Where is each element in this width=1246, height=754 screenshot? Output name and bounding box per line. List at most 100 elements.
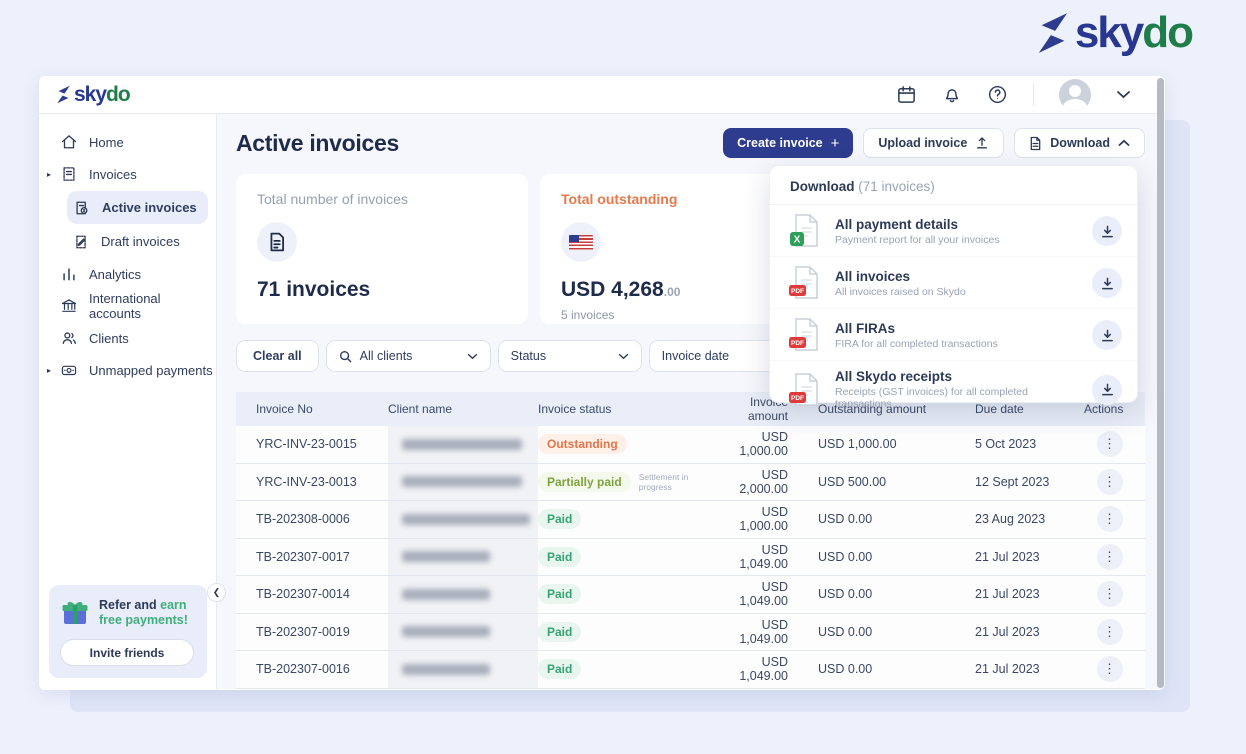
skydo-watermark-logo: skydo xyxy=(1036,8,1192,58)
menu-item-all-payment-details[interactable]: X All payment details Payment report for… xyxy=(770,205,1137,256)
create-invoice-button[interactable]: Create invoice+ xyxy=(723,128,853,158)
app-window: skydo xyxy=(39,76,1165,690)
invoice-amount: USD 1,049.00 xyxy=(718,618,818,646)
notifications-bell-icon[interactable] xyxy=(942,84,962,105)
sidebar-item-label: Analytics xyxy=(89,267,141,282)
invoice-amount: USD 2,000.00 xyxy=(718,468,818,496)
table-row[interactable]: TB-202308-0006 Paid USD 1,000.00 USD 0.0… xyxy=(236,501,1145,539)
calendar-icon[interactable] xyxy=(896,84,917,105)
invoice-amount: USD 1,000.00 xyxy=(718,430,818,458)
invoice-no: TB-202307-0017 xyxy=(236,550,388,564)
client-name-redacted xyxy=(388,501,538,538)
plus-icon: + xyxy=(831,135,840,152)
chevron-down-icon xyxy=(618,353,629,360)
sidebar-item-draft-invoices[interactable]: Draft invoices xyxy=(39,225,216,258)
row-actions-kebab-icon[interactable]: ⋮ xyxy=(1097,544,1123,570)
sidebar-item-home[interactable]: Home xyxy=(39,126,216,158)
sidebar-item-analytics[interactable]: Analytics xyxy=(39,258,216,290)
sidebar-item-active-invoices[interactable]: Active invoices xyxy=(67,191,208,224)
row-actions-kebab-icon[interactable]: ⋮ xyxy=(1097,656,1123,682)
menu-item-all-invoices[interactable]: PDF All invoices All invoices raised on … xyxy=(770,256,1137,308)
menu-item-title: All invoices xyxy=(835,269,966,284)
sidebar-item-label: Active invoices xyxy=(102,200,197,215)
menu-item-subtitle: FIRA for all completed transactions xyxy=(835,338,998,350)
invoice-amount: USD 1,049.00 xyxy=(718,580,818,608)
download-icon[interactable] xyxy=(1092,320,1122,350)
sidebar-item-invoices[interactable]: ▸ Invoices xyxy=(39,158,216,190)
invoice-no: TB-202307-0019 xyxy=(236,625,388,639)
download-button[interactable]: Download xyxy=(1014,128,1145,158)
menu-item-subtitle: Receipts (GST invoices) for all complete… xyxy=(835,386,1078,410)
invoice-amount: USD 1,049.00 xyxy=(718,655,818,683)
download-icon[interactable] xyxy=(1092,216,1122,246)
client-name-redacted xyxy=(388,614,538,651)
svg-text:PDF: PDF xyxy=(791,395,804,402)
total-invoices-card: Total number of invoices 71 invoices xyxy=(236,174,528,324)
row-actions-kebab-icon[interactable]: ⋮ xyxy=(1097,469,1123,495)
pdf-file-icon: PDF xyxy=(789,317,821,353)
invoice-amount: USD 1,000.00 xyxy=(718,505,818,533)
clear-all-button[interactable]: Clear all xyxy=(236,340,319,372)
table-row[interactable]: TB-202307-0016 Paid USD 1,049.00 USD 0.0… xyxy=(236,651,1145,689)
row-actions-kebab-icon[interactable]: ⋮ xyxy=(1097,619,1123,645)
invoice-no: TB-202307-0016 xyxy=(236,662,388,676)
table-row[interactable]: YRC-INV-23-0013 Partially paid Settlemen… xyxy=(236,464,1145,502)
sidebar-item-label: Invoices xyxy=(89,167,137,182)
clients-filter-dropdown[interactable]: All clients xyxy=(326,340,491,372)
sidebar-item-unmapped-payments[interactable]: ▸ Unmapped payments xyxy=(39,354,216,386)
sidebar-item-label: International accounts xyxy=(89,291,216,321)
invoice-amount: USD 1,049.00 xyxy=(718,543,818,571)
invite-friends-button[interactable]: Invite friends xyxy=(60,639,194,666)
skydo-logo[interactable]: skydo xyxy=(56,83,130,107)
account-chevron-down-icon[interactable] xyxy=(1116,90,1131,99)
sidebar-item-label: Unmapped payments xyxy=(89,363,213,378)
download-icon[interactable] xyxy=(1092,268,1122,298)
table-row[interactable]: YRC-INV-23-0015 Outstanding USD 1,000.00… xyxy=(236,426,1145,464)
sidebar-item-international-accounts[interactable]: International accounts xyxy=(39,290,216,322)
pdf-file-icon: PDF xyxy=(789,265,821,301)
status-badge: Paid xyxy=(538,659,581,679)
table-row[interactable]: TB-202307-0019 Paid USD 1,049.00 USD 0.0… xyxy=(236,614,1145,652)
outstanding-amount: USD 500.00 xyxy=(818,475,975,489)
due-date: 21 Jul 2023 xyxy=(975,587,1075,601)
column-header: Client name xyxy=(388,402,538,416)
row-actions-kebab-icon[interactable]: ⋮ xyxy=(1097,431,1123,457)
table-row[interactable]: TB-202307-0017 Paid USD 1,049.00 USD 0.0… xyxy=(236,539,1145,577)
skydo-wordmark: skydo xyxy=(1075,8,1192,58)
upload-invoice-button[interactable]: Upload invoice xyxy=(863,128,1004,158)
client-name-redacted xyxy=(388,651,538,688)
client-name-redacted xyxy=(388,426,538,463)
refer-text: Refer and earn free payments! xyxy=(99,598,196,628)
client-name-redacted xyxy=(388,464,538,501)
status-filter-dropdown[interactable]: Status xyxy=(498,340,642,372)
sidebar-collapse-button[interactable]: ❮ xyxy=(207,583,226,602)
outstanding-amount: USD 0.00 xyxy=(818,550,975,564)
download-icon[interactable] xyxy=(1092,375,1122,405)
help-icon[interactable] xyxy=(987,84,1008,105)
outstanding-amount: USD 1,000.00 xyxy=(818,437,975,451)
status-badge: Paid xyxy=(538,547,581,567)
menu-item-title: All FIRAs xyxy=(835,321,998,336)
skydo-mark-icon xyxy=(1036,11,1070,55)
client-name-redacted xyxy=(388,539,538,576)
topbar-divider xyxy=(1033,84,1034,106)
row-actions-kebab-icon[interactable]: ⋮ xyxy=(1097,506,1123,532)
row-actions-kebab-icon[interactable]: ⋮ xyxy=(1097,581,1123,607)
table-row[interactable]: TB-202307-0014 Paid USD 1,049.00 USD 0.0… xyxy=(236,576,1145,614)
caret-icon: ▸ xyxy=(47,170,51,179)
menu-item-all-firas[interactable]: PDF All FIRAs FIRA for all completed tra… xyxy=(770,308,1137,360)
menu-item-all-skydo-receipts[interactable]: PDF All Skydo receipts Receipts (GST inv… xyxy=(770,360,1137,417)
invoice-no: YRC-INV-23-0015 xyxy=(236,437,388,451)
draft-invoices-icon xyxy=(72,233,90,251)
sidebar-item-clients[interactable]: Clients xyxy=(39,322,216,354)
bank-icon xyxy=(60,297,78,315)
status-badge: Paid xyxy=(538,622,581,642)
skydo-mark-icon xyxy=(56,85,71,104)
document-icon xyxy=(257,222,297,262)
vertical-scrollbar[interactable] xyxy=(1157,78,1164,688)
client-name-redacted xyxy=(388,576,538,613)
skydo-wordmark: skydo xyxy=(74,83,130,107)
sidebar-item-label: Draft invoices xyxy=(101,234,180,249)
due-date: 21 Jul 2023 xyxy=(975,625,1075,639)
user-avatar[interactable] xyxy=(1059,79,1091,111)
